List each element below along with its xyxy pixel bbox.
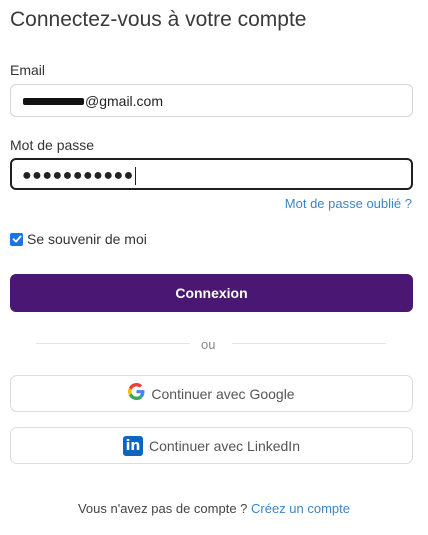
password-field[interactable]: ●●●●●●●●●●● xyxy=(10,158,413,190)
email-label: Email xyxy=(10,62,46,78)
page-title: Connectez-vous à votre compte xyxy=(10,8,307,31)
email-field[interactable]: @gmail.com xyxy=(10,84,413,117)
signup-prompt-text: Vous n'avez pas de compte ? xyxy=(77,501,252,516)
signup-link[interactable]: Créez un compte xyxy=(251,501,350,516)
login-button[interactable]: Connexion xyxy=(10,274,413,312)
password-value: ●●●●●●●●●●● xyxy=(22,167,136,185)
email-value-text: @gmail.com xyxy=(85,93,164,109)
linkedin-icon: in xyxy=(123,435,143,456)
password-label: Mot de passe xyxy=(10,137,95,153)
divider-or-label: ou xyxy=(201,337,216,352)
signup-prompt: Vous n'avez pas de compte ? Créez un com… xyxy=(0,501,428,516)
login-button-label: Connexion xyxy=(175,285,248,301)
linkedin-login-label: Continuer avec LinkedIn xyxy=(149,437,300,454)
email-value: @gmail.com xyxy=(23,93,163,109)
divider-right xyxy=(232,343,386,344)
text-caret xyxy=(134,167,136,185)
checkmark-icon[interactable] xyxy=(10,232,23,246)
redacted-email-prefix xyxy=(23,97,84,105)
password-dots: ●●●●●●●●●●● xyxy=(22,167,134,184)
google-login-label: Continuer avec Google xyxy=(151,385,295,402)
remember-me-label: Se souvenir de moi xyxy=(27,231,147,247)
google-login-button[interactable]: Continuer avec Google xyxy=(10,375,413,412)
divider-left xyxy=(36,343,190,344)
remember-me-checkbox[interactable]: Se souvenir de moi xyxy=(10,231,147,247)
google-icon xyxy=(128,382,145,405)
forgot-password-link[interactable]: Mot de passe oublié ? xyxy=(285,196,412,211)
linkedin-login-button[interactable]: in Continuer avec LinkedIn xyxy=(10,427,413,464)
